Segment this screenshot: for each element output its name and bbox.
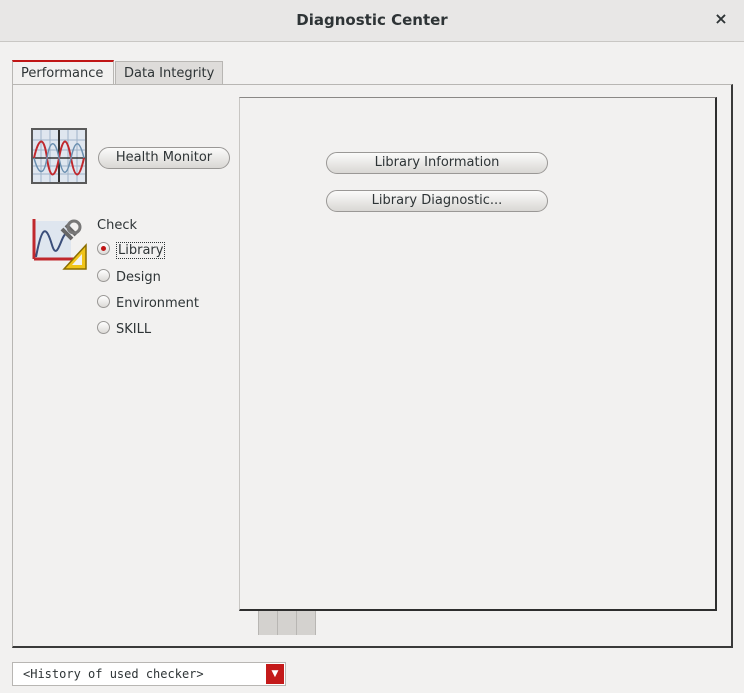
close-icon[interactable]: × xyxy=(712,9,730,29)
inner-tab[interactable] xyxy=(240,611,259,635)
check-label: Check xyxy=(97,218,137,233)
title-bar: Diagnostic Center × xyxy=(0,0,744,42)
radio-label: SKILL xyxy=(116,322,152,337)
window-title: Diagnostic Center xyxy=(296,11,448,29)
radio-environment[interactable]: Environment xyxy=(97,295,199,315)
radio-skill[interactable]: SKILL xyxy=(97,321,151,341)
radio-button[interactable] xyxy=(97,242,110,255)
check-options-panel xyxy=(239,97,717,611)
health-monitor-button[interactable]: Health Monitor xyxy=(98,147,230,169)
waveform-monitor-icon xyxy=(31,128,87,184)
radio-label: Environment xyxy=(116,296,200,311)
tab-data-integrity[interactable]: Data Integrity xyxy=(115,61,223,85)
radio-button[interactable] xyxy=(97,295,110,308)
radio-library[interactable]: Library xyxy=(97,242,166,262)
radio-button[interactable] xyxy=(97,269,110,282)
inner-tab[interactable] xyxy=(259,611,278,635)
radio-design[interactable]: Design xyxy=(97,269,161,289)
library-information-button[interactable]: Library Information xyxy=(326,152,548,174)
chevron-down-icon[interactable]: ▼ xyxy=(266,664,284,684)
history-value: <History of used checker> xyxy=(23,667,204,681)
tab-performance[interactable]: Performance xyxy=(12,60,114,84)
history-dropdown[interactable]: <History of used checker> ▼ xyxy=(12,662,286,686)
radio-label: Library xyxy=(116,242,166,259)
graph-tools-icon xyxy=(32,219,87,270)
inner-tab[interactable] xyxy=(278,611,297,635)
radio-button[interactable] xyxy=(97,321,110,334)
radio-label: Design xyxy=(116,270,161,285)
inner-tab-strip xyxy=(240,611,320,635)
inner-tab[interactable] xyxy=(297,611,316,635)
library-diagnostic-button[interactable]: Library Diagnostic... xyxy=(326,190,548,212)
